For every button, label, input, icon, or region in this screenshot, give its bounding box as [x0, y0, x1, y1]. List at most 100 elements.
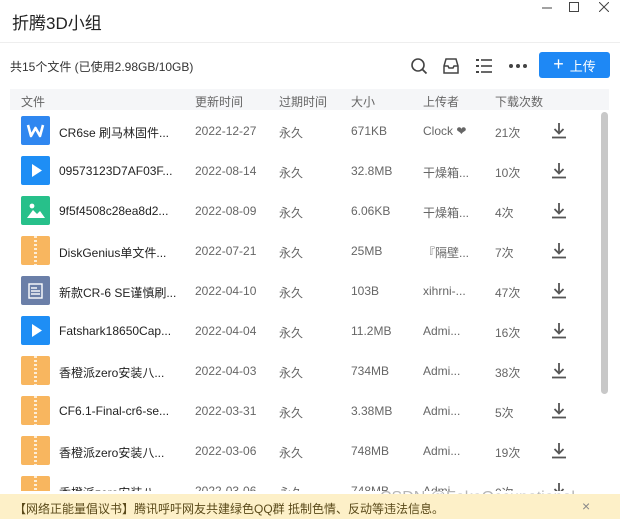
- download-count: 16次: [495, 326, 521, 340]
- expire-time: 永久: [279, 126, 304, 140]
- file-size: 3.38MB: [351, 404, 393, 418]
- uploader: xihrni-...: [423, 284, 466, 298]
- download-icon[interactable]: [551, 122, 567, 139]
- zip-icon: [21, 436, 50, 465]
- file-name[interactable]: DiskGenius单文件...: [59, 244, 166, 261]
- zip-icon: [21, 356, 50, 385]
- download-count: 10次: [495, 166, 521, 180]
- expire-time: 永久: [279, 166, 304, 180]
- file-size: 32.8MB: [351, 164, 393, 178]
- expire-time: 永久: [279, 446, 304, 460]
- scrollbar-thumb[interactable]: [601, 112, 608, 394]
- expire-time: 永久: [279, 286, 304, 300]
- upload-button[interactable]: + 上传: [539, 52, 610, 78]
- col-updated[interactable]: 更新时间: [195, 93, 243, 110]
- file-size: 734MB: [351, 364, 390, 378]
- download-icon[interactable]: [551, 242, 567, 259]
- col-downloads[interactable]: 下载次数: [495, 93, 543, 110]
- zip-icon: [21, 476, 50, 491]
- file-name[interactable]: CF6.1-Final-cr6-se...: [59, 404, 169, 418]
- file-name[interactable]: 新款CR-6 SE谨慎刷...: [59, 284, 176, 301]
- upload-label: 上传: [569, 58, 596, 74]
- col-file[interactable]: 文件: [21, 93, 45, 110]
- notice-close-button[interactable]: ×: [582, 498, 590, 514]
- download-count: 19次: [495, 446, 521, 460]
- uploader: 『隔壁...: [423, 246, 470, 260]
- updated-date: 2022-08-14: [195, 164, 257, 178]
- download-icon[interactable]: [551, 282, 567, 299]
- uploader: 干燥箱...: [423, 206, 470, 220]
- uploader: 干燥箱...: [423, 166, 470, 180]
- files-info: 共15个文件 (已使用2.98GB/10GB): [10, 60, 194, 74]
- more-icon[interactable]: [508, 56, 528, 76]
- uploader: Admi...: [423, 404, 461, 418]
- expire-time: 永久: [279, 206, 304, 220]
- file-name[interactable]: 9f5f4508c28ea8d2...: [59, 204, 168, 218]
- maximize-button[interactable]: [561, 0, 587, 16]
- zip-icon: [21, 396, 50, 425]
- table-row[interactable]: Fatshark18650Cap... 2022-04-04 永久 11.2MB Adm…: [10, 311, 599, 351]
- file-name[interactable]: 香橙派zero安装八...: [59, 364, 164, 381]
- download-count: 5次: [495, 406, 514, 420]
- file-name[interactable]: CR6se 刷马林固件...: [59, 124, 169, 141]
- minimize-button[interactable]: [534, 0, 560, 16]
- uploader: Admi...: [423, 324, 461, 338]
- zip-icon: [21, 236, 50, 265]
- updated-date: 2022-03-31: [195, 404, 257, 418]
- table-row[interactable]: CF6.1-Final-cr6-se... 2022-03-31 永久 3.38MB A…: [10, 391, 599, 431]
- table-row[interactable]: 香橙派zero安装八... 2022-04-03 永久 734MB Admi... 38次: [10, 351, 599, 391]
- text-doc-icon: [21, 276, 50, 305]
- download-icon[interactable]: [551, 322, 567, 339]
- download-count: 38次: [495, 366, 521, 380]
- table-row[interactable]: 9f5f4508c28ea8d2... 2022-08-09 永久 6.06KB 干燥箱…: [10, 191, 599, 231]
- download-count: 4次: [495, 206, 514, 220]
- updated-date: 2022-04-04: [195, 324, 257, 338]
- notice-bar: 【网络正能量倡议书】腾讯呼吁网友共建绿色QQ群 抵制色情、反动等违法信息。 ×: [0, 494, 620, 519]
- updated-date: 2022-12-27: [195, 124, 257, 138]
- table-row[interactable]: 香橙派zero安装八... 2022-03-06 永久 748MB Admi... 19次: [10, 431, 599, 471]
- minimize-icon: [542, 7, 552, 9]
- app-title: 折腾3D小组: [12, 14, 102, 33]
- inbox-icon[interactable]: [441, 56, 461, 76]
- updated-date: 2022-08-09: [195, 204, 257, 218]
- download-count: 7次: [495, 246, 514, 260]
- file-size: 103B: [351, 284, 380, 298]
- table-header: 文件 更新时间 过期时间 大小 上传者 下载次数: [10, 89, 609, 110]
- download-count: 21次: [495, 126, 521, 140]
- file-size: 671KB: [351, 124, 388, 138]
- download-icon[interactable]: [551, 162, 567, 179]
- updated-date: 2022-03-06: [195, 484, 257, 491]
- download-icon[interactable]: [551, 442, 567, 459]
- col-uploader[interactable]: 上传者: [423, 93, 459, 110]
- table-row[interactable]: CR6se 刷马林固件... 2022-12-27 永久 671KB Clock ❤ 21…: [10, 111, 599, 151]
- search-icon[interactable]: [409, 56, 429, 76]
- file-name[interactable]: 香橙派zero安装八...: [59, 444, 164, 461]
- updated-date: 2022-04-10: [195, 284, 257, 298]
- doc-w-icon: [21, 116, 50, 145]
- uploader: Admi...: [423, 364, 461, 378]
- plus-icon: +: [553, 54, 564, 74]
- close-window-button[interactable]: [591, 0, 617, 16]
- download-icon[interactable]: [551, 202, 567, 219]
- updated-date: 2022-04-03: [195, 364, 257, 378]
- notice-text[interactable]: 【网络正能量倡议书】腾讯呼吁网友共建绿色QQ群 抵制色情、反动等违法信息。: [14, 500, 444, 517]
- table-row[interactable]: 新款CR-6 SE谨慎刷... 2022-04-10 永久 103B xihrni-..…: [10, 271, 599, 311]
- download-count: 47次: [495, 286, 521, 300]
- col-size[interactable]: 大小: [351, 93, 375, 110]
- download-icon[interactable]: [551, 402, 567, 419]
- video-play-icon: [21, 316, 50, 345]
- file-name[interactable]: Fatshark18650Cap...: [59, 324, 171, 338]
- expire-time: 永久: [279, 246, 304, 260]
- file-name[interactable]: 香橙派zero安装八...: [59, 484, 164, 491]
- table-row[interactable]: 09573123D7AF03F... 2022-08-14 永久 32.8MB 干燥箱.…: [10, 151, 599, 191]
- table-row[interactable]: DiskGenius单文件... 2022-07-21 永久 25MB 『隔壁... 7次: [10, 231, 599, 271]
- table-row[interactable]: 香橙派zero安装八...2022-03-06永久748MBAdmi...0次: [10, 471, 599, 491]
- file-name[interactable]: 09573123D7AF03F...: [59, 164, 172, 178]
- list-view-icon[interactable]: [474, 56, 494, 76]
- updated-date: 2022-07-21: [195, 244, 257, 258]
- uploader: Admi...: [423, 444, 461, 458]
- col-expire[interactable]: 过期时间: [279, 93, 327, 110]
- updated-date: 2022-03-06: [195, 444, 257, 458]
- expire-time: 永久: [279, 406, 304, 420]
- download-icon[interactable]: [551, 362, 567, 379]
